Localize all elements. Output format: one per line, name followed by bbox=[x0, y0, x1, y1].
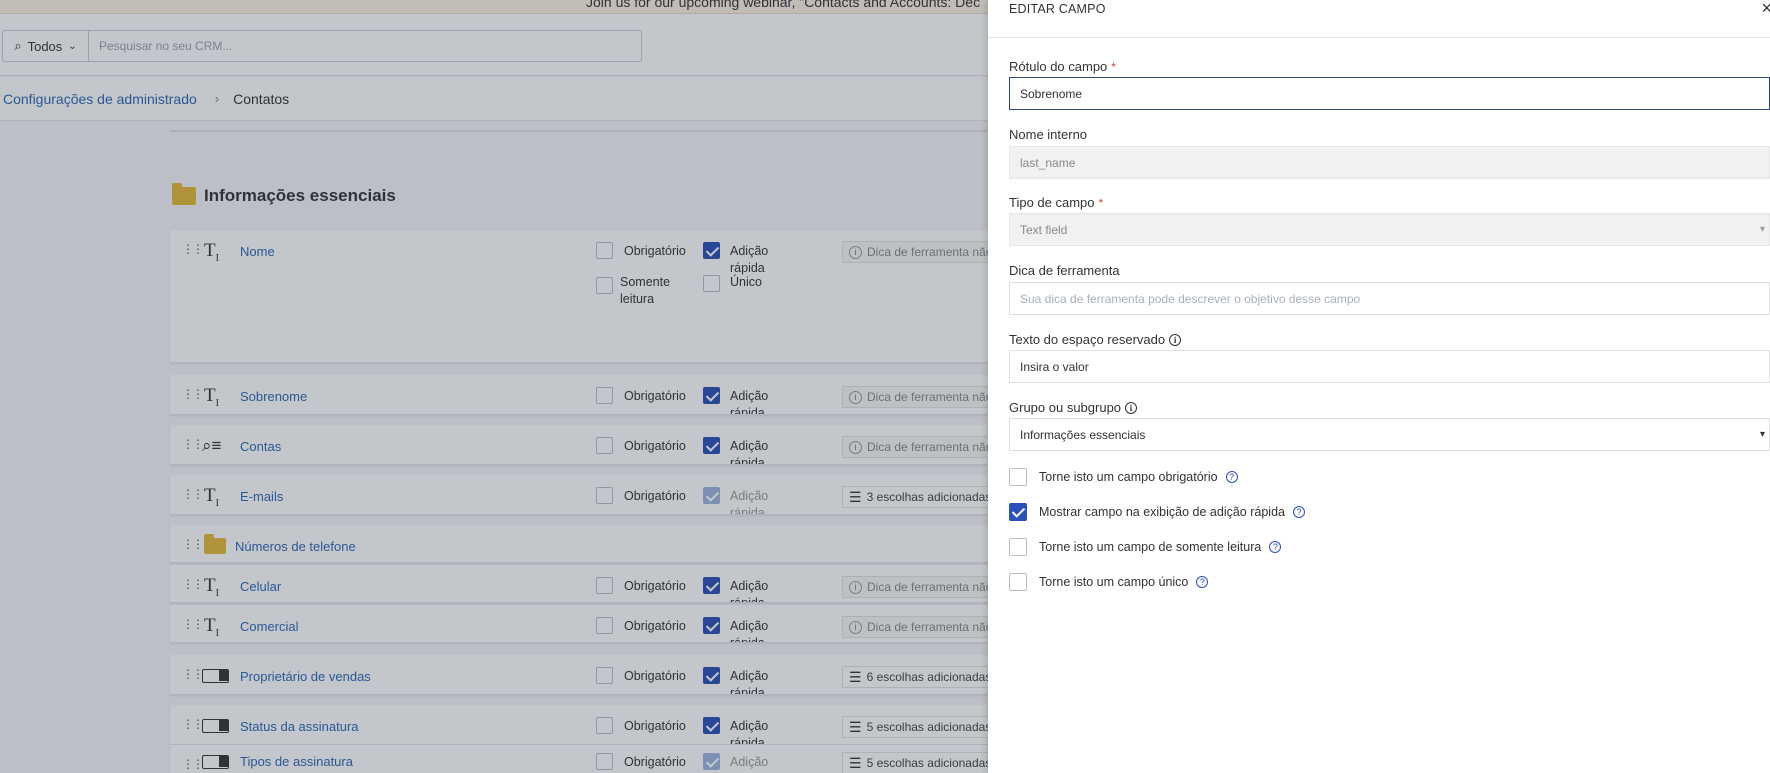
help-icon[interactable]: ? bbox=[1292, 506, 1305, 518]
unique-field-checkbox[interactable] bbox=[1009, 573, 1027, 591]
group-label: Grupo ou subgrupo i bbox=[1009, 400, 1138, 415]
edit-field-panel: EDITAR CAMPO × Rótulo do campo* Nome int… bbox=[988, 0, 1770, 773]
info-icon[interactable]: i bbox=[1169, 333, 1182, 346]
field-type-label: Tipo de campo * bbox=[1009, 195, 1104, 210]
tooltip-input[interactable] bbox=[1009, 282, 1770, 315]
tooltip-label: Dica de ferramenta bbox=[1009, 263, 1120, 278]
help-icon[interactable]: ? bbox=[1225, 471, 1238, 483]
quick-add-view-label: Mostrar campo na exibição de adição rápi… bbox=[1039, 505, 1305, 519]
field-type-select: Text field ▾ bbox=[1009, 213, 1770, 246]
info-icon[interactable]: i bbox=[1125, 401, 1138, 414]
quick-add-view-checkbox[interactable] bbox=[1009, 503, 1027, 521]
internal-name-input bbox=[1009, 146, 1770, 179]
required-field-checkbox[interactable] bbox=[1009, 468, 1027, 486]
caret-down-icon: ▾ bbox=[1759, 224, 1765, 235]
placeholder-text-label: Texto do espaço reservado i bbox=[1009, 332, 1182, 347]
panel-header: EDITAR CAMPO × bbox=[988, 0, 1770, 38]
close-icon[interactable]: × bbox=[1761, 0, 1770, 19]
read-only-field-checkbox[interactable] bbox=[1009, 538, 1027, 556]
field-label-input[interactable] bbox=[1009, 77, 1770, 110]
help-icon[interactable]: ? bbox=[1269, 541, 1282, 553]
internal-name-label: Nome interno bbox=[1009, 127, 1088, 142]
help-icon[interactable]: ? bbox=[1196, 576, 1209, 588]
field-label-label: Rótulo do campo * bbox=[1009, 59, 1116, 74]
placeholder-text-input[interactable] bbox=[1009, 350, 1770, 383]
group-select[interactable]: Informações essenciais ▾ bbox=[1009, 418, 1770, 451]
required-field-label: Torne isto um campo obrigatório? bbox=[1039, 470, 1238, 484]
caret-down-icon: ▾ bbox=[1759, 429, 1765, 440]
unique-field-label: Torne isto um campo único? bbox=[1039, 575, 1209, 589]
read-only-field-label: Torne isto um campo de somente leitura? bbox=[1039, 540, 1282, 554]
panel-title: EDITAR CAMPO bbox=[1009, 2, 1106, 16]
